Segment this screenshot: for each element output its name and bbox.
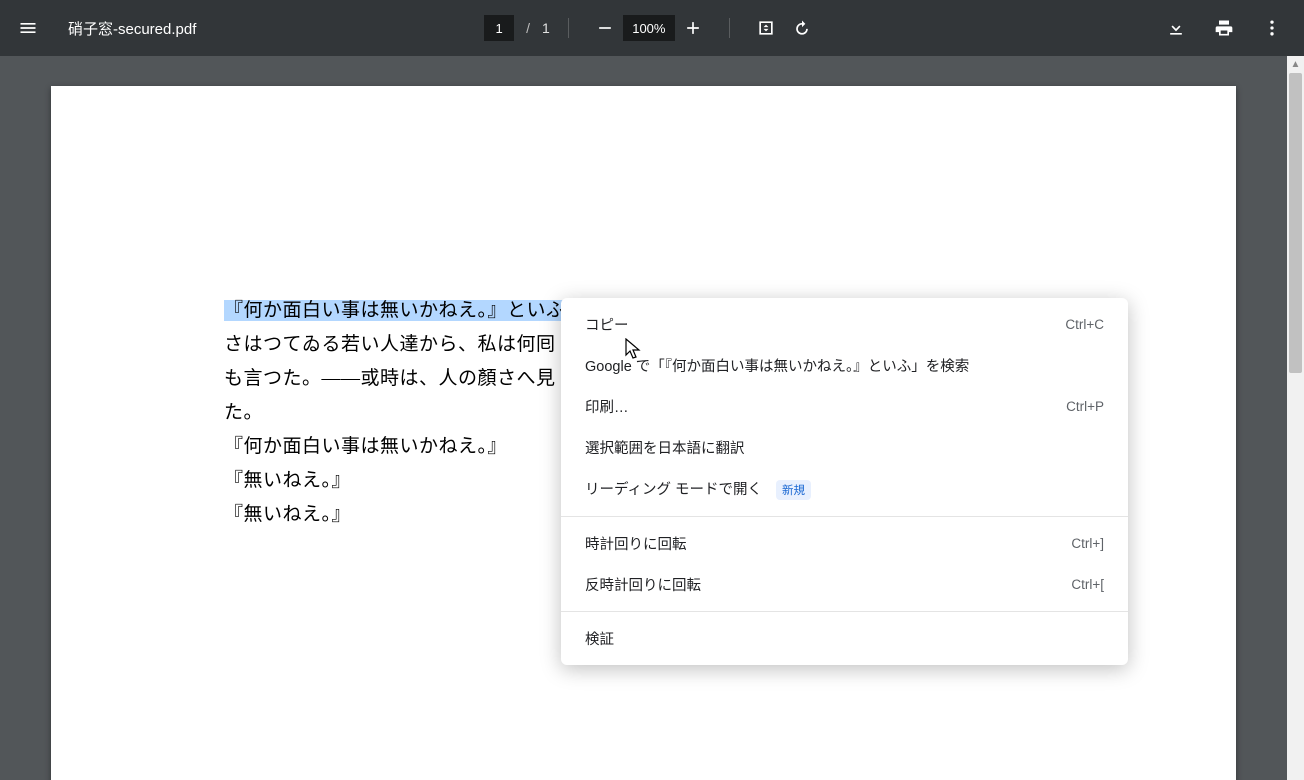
toolbar-separator [568, 18, 569, 38]
hamburger-icon [18, 18, 38, 38]
menu-label: リーディング モードで開く 新規 [585, 478, 811, 500]
menu-item-reading-mode[interactable]: リーディング モードで開く 新規 [561, 468, 1128, 510]
scroll-up-button[interactable]: ▲ [1287, 56, 1304, 73]
zoom-in-button[interactable] [675, 10, 711, 46]
toolbar-right [1158, 10, 1290, 46]
page-indicator: / 1 [484, 15, 550, 41]
total-pages: 1 [542, 20, 550, 36]
current-page-input[interactable] [484, 15, 514, 41]
toolbar-separator [729, 18, 730, 38]
print-button[interactable] [1206, 10, 1242, 46]
scroll-thumb[interactable] [1289, 73, 1302, 373]
download-button[interactable] [1158, 10, 1194, 46]
menu-shortcut: Ctrl+] [1071, 536, 1104, 551]
more-vertical-icon [1262, 18, 1282, 38]
rotate-button[interactable] [784, 10, 820, 46]
menu-label: コピー [585, 314, 629, 335]
menu-label: 選択範囲を日本語に翻訳 [585, 437, 745, 458]
menu-label: 検証 [585, 628, 614, 649]
menu-item-inspect[interactable]: 検証 [561, 618, 1128, 659]
pdf-toolbar: 硝子窓-secured.pdf / 1 [0, 0, 1304, 56]
context-menu: コピー Ctrl+C Google で「『何か面白い事は無いかねえ。』といふ」を… [561, 298, 1128, 665]
selected-text[interactable]: 『何か面白い事は無いかねえ。』といふ [224, 300, 566, 321]
menu-shortcut: Ctrl+[ [1071, 577, 1104, 592]
menu-button[interactable] [8, 8, 48, 48]
zoom-out-button[interactable] [587, 10, 623, 46]
filename-label: 硝子窓-secured.pdf [68, 18, 196, 39]
download-icon [1166, 18, 1186, 38]
vertical-scrollbar[interactable]: ▲ [1287, 56, 1304, 780]
menu-item-rotate-ccw[interactable]: 反時計回りに回転 Ctrl+[ [561, 564, 1128, 605]
page-separator: / [526, 20, 530, 36]
menu-label: Google で「『何か面白い事は無いかねえ。』といふ」を検索 [585, 355, 969, 376]
more-button[interactable] [1254, 10, 1290, 46]
menu-divider [561, 611, 1128, 612]
fit-page-icon [756, 18, 776, 38]
rotate-icon [792, 18, 812, 38]
menu-label: 反時計回りに回転 [585, 574, 701, 595]
menu-shortcut: Ctrl+P [1066, 399, 1104, 414]
plus-icon [683, 18, 703, 38]
menu-item-search[interactable]: Google で「『何か面白い事は無いかねえ。』といふ」を検索 [561, 345, 1128, 386]
menu-label: 時計回りに回転 [585, 533, 687, 554]
fit-page-button[interactable] [748, 10, 784, 46]
print-icon [1214, 18, 1234, 38]
menu-item-print[interactable]: 印刷… Ctrl+P [561, 386, 1128, 427]
zoom-level-input[interactable] [623, 15, 675, 41]
menu-item-copy[interactable]: コピー Ctrl+C [561, 304, 1128, 345]
menu-item-rotate-cw[interactable]: 時計回りに回転 Ctrl+] [561, 523, 1128, 564]
toolbar-left: 硝子窓-secured.pdf [8, 8, 196, 48]
menu-divider [561, 516, 1128, 517]
menu-label: 印刷… [585, 396, 629, 417]
minus-icon [595, 18, 615, 38]
menu-item-translate[interactable]: 選択範囲を日本語に翻訳 [561, 427, 1128, 468]
new-badge: 新規 [776, 480, 811, 500]
menu-shortcut: Ctrl+C [1065, 317, 1104, 332]
